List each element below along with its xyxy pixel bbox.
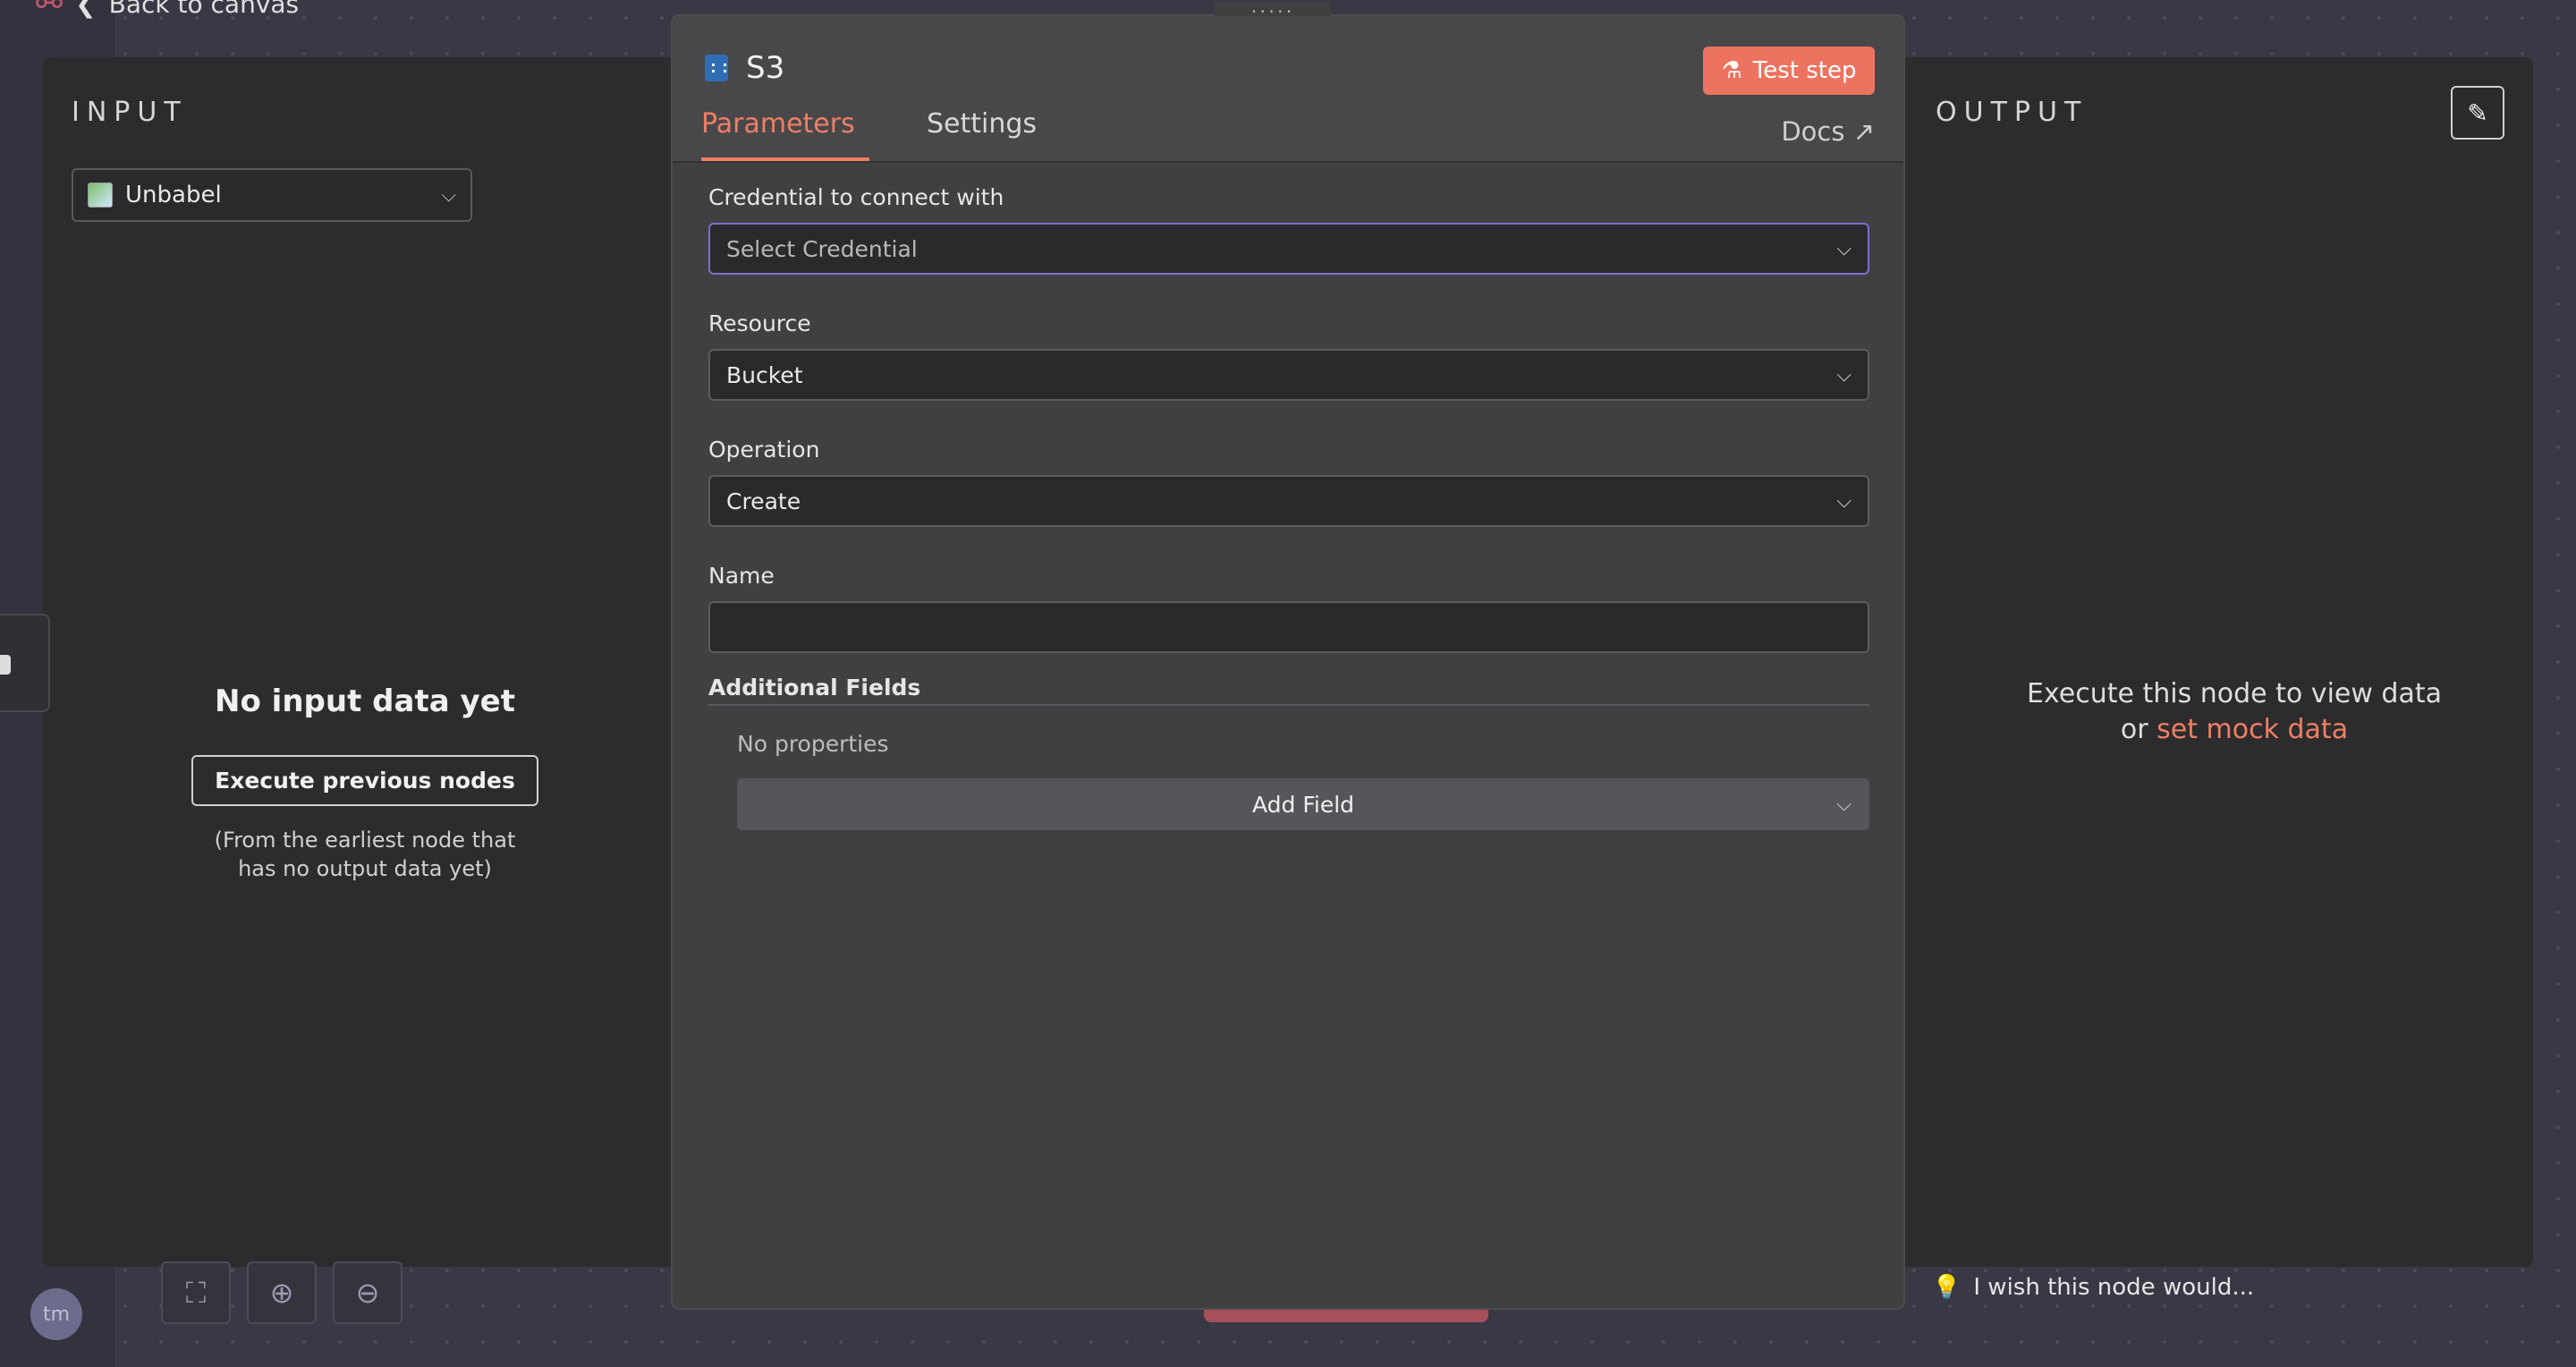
add-field-button[interactable]: Add Field ⌵ (737, 778, 1869, 830)
feedback-link[interactable]: 💡 I wish this node would... (1932, 1274, 2254, 1301)
add-field-label: Add Field (1251, 791, 1355, 818)
execute-workflow-bar[interactable] (1204, 1310, 1488, 1322)
input-empty-state: No input data yet Execute previous nodes… (43, 684, 687, 883)
fit-view-icon[interactable]: ⛶ (161, 1261, 231, 1324)
input-panel: INPUT Unbabel ⌵ No input data yet Execut… (43, 57, 687, 1267)
operation-value: Create (726, 488, 801, 514)
test-step-label: Test step (1752, 57, 1857, 84)
chevron-down-icon: ⌵ (1836, 237, 1852, 260)
side-tab-grip-icon (0, 655, 11, 675)
chevron-down-icon: ⌵ (1836, 363, 1852, 386)
node-image-icon (88, 183, 113, 208)
output-panel: OUTPUT ✎ Execute this node to view data … (1878, 57, 2533, 1267)
chevron-down-icon: ⌵ (1836, 793, 1852, 816)
external-link-icon: ↗ (1852, 116, 1875, 147)
n8n-logo-icon: ⚯ (36, 0, 64, 22)
modal-tabs: Parameters Settings (673, 108, 1094, 161)
input-panel-title: INPUT (72, 97, 188, 128)
operation-label: Operation (708, 437, 820, 463)
name-label: Name (708, 563, 775, 589)
avatar[interactable]: tm (30, 1288, 82, 1340)
zoom-out-icon[interactable]: ⊖ (333, 1261, 402, 1324)
back-arrow-icon: ❮ (75, 0, 97, 19)
output-or-text: or (2120, 714, 2157, 745)
chevron-down-icon: ⌵ (441, 183, 456, 207)
execute-previous-nodes-button[interactable]: Execute previous nodes (191, 755, 538, 806)
input-node-value: Unbabel (125, 182, 222, 208)
s3-icon (705, 55, 728, 81)
credential-placeholder: Select Credential (726, 235, 918, 262)
side-collapse-tab[interactable] (0, 614, 50, 712)
flask-icon: ⚗ (1721, 57, 1742, 84)
node-name[interactable]: S3 (746, 50, 784, 86)
operation-select[interactable]: Create ⌵ (708, 475, 1869, 527)
output-panel-title: OUTPUT (1936, 97, 2089, 128)
feedback-text: I wish this node would... (1973, 1274, 2255, 1301)
resource-select[interactable]: Bucket ⌵ (708, 349, 1869, 401)
input-empty-hint: (From the earliest node that has no outp… (214, 828, 516, 881)
input-empty-title: No input data yet (215, 684, 515, 719)
credential-label: Credential to connect with (708, 184, 1004, 210)
zoom-in-icon[interactable]: ⊕ (247, 1261, 317, 1324)
node-details-modal: ::::: S3 ⚗ Test step Parameters Settings… (671, 2, 1905, 1310)
edit-output-button[interactable]: ✎ (2451, 86, 2504, 140)
test-step-button[interactable]: ⚗ Test step (1703, 47, 1875, 95)
set-mock-data-link[interactable]: set mock data (2157, 714, 2348, 745)
additional-fields-title: Additional Fields (708, 675, 1869, 706)
input-node-select[interactable]: Unbabel ⌵ (72, 168, 472, 222)
docs-link[interactable]: Docs ↗ (1781, 116, 1875, 147)
canvas-zoom-controls: ⛶ ⊕ ⊖ (161, 1261, 402, 1324)
output-empty-text: Execute this node to view data (2026, 678, 2443, 709)
back-to-canvas-link[interactable]: ⚯ ❮ Back to canvas (36, 0, 299, 22)
pencil-icon: ✎ (2467, 98, 2488, 128)
tab-settings[interactable]: Settings (927, 108, 1037, 161)
node-title: S3 (705, 50, 784, 86)
lightbulb-icon: 💡 (1932, 1274, 1962, 1301)
docs-label: Docs (1781, 116, 1845, 147)
tab-parameters[interactable]: Parameters (701, 108, 869, 161)
chevron-down-icon: ⌵ (1836, 489, 1852, 513)
resource-value: Bucket (726, 361, 803, 388)
name-input[interactable] (708, 601, 1869, 653)
no-properties-text: No properties (737, 731, 889, 757)
credential-select[interactable]: Select Credential ⌵ (708, 223, 1869, 275)
resource-label: Resource (708, 310, 811, 336)
output-empty-state: Execute this node to view data or set mo… (1878, 676, 2533, 748)
parameters-form: Credential to connect with Select Creden… (708, 184, 1869, 830)
modal-header: S3 ⚗ Test step Parameters Settings Docs … (673, 16, 1903, 163)
back-label: Back to canvas (108, 0, 300, 19)
